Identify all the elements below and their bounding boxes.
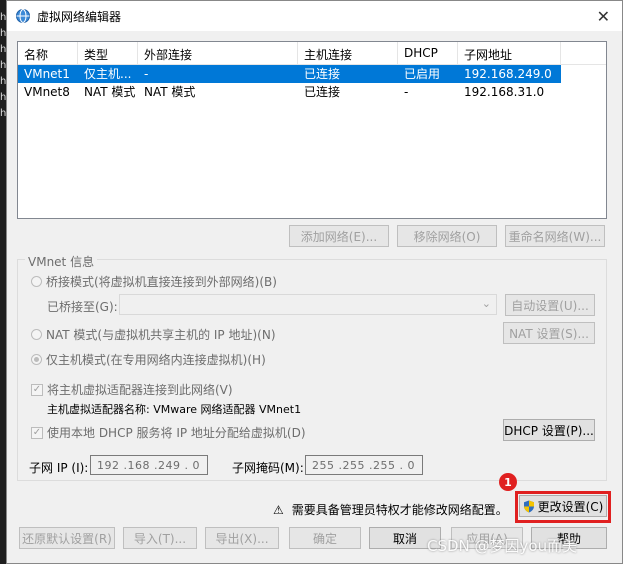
ok-button[interactable]: 确定	[289, 527, 361, 549]
dhcp-service-checkbox[interactable]: ✓ 使用本地 DHCP 服务将 IP 地址分配给虚拟机(D)	[31, 424, 306, 441]
import-button[interactable]: 导入(T)...	[123, 527, 197, 549]
bridged-to-label: 已桥接至(G):	[47, 300, 118, 314]
host-only-label: 仅主机模式(在专用网络内连接虚拟机)(H)	[46, 353, 266, 367]
cell-type: NAT 模式	[84, 85, 136, 99]
checkbox-checked-icon: ✓	[31, 383, 43, 396]
column-header-name[interactable]: 名称	[18, 42, 78, 64]
cell-name: VMnet8	[24, 85, 70, 99]
restore-defaults-button[interactable]: 还原默认设置(R)	[19, 527, 115, 549]
cell-subnet: 192.168.249.0	[464, 67, 552, 81]
warning-icon: ⚠	[273, 502, 284, 517]
cell-external: NAT 模式	[144, 85, 196, 99]
network-list[interactable]: 名称 类型 外部连接 主机连接 DHCP 子网地址 VMnet1 仅主机... …	[17, 41, 607, 219]
radio-dot	[31, 329, 42, 340]
dhcp-service-label: 使用本地 DHCP 服务将 IP 地址分配给虚拟机(D)	[47, 426, 306, 440]
title-bar[interactable]: 虚拟网络编辑器 ✕	[7, 1, 622, 31]
adapter-name-text: 主机虚拟适配器名称: VMware 网络适配器 VMnet1	[47, 403, 302, 416]
uac-shield-icon	[523, 500, 534, 512]
step-badge: 1	[499, 473, 517, 491]
remove-network-button[interactable]: 移除网络(O)	[397, 225, 497, 247]
bridged-mode-label: 桥接模式(将虚拟机直接连接到外部网络)(B)	[46, 275, 277, 289]
nat-mode-radio[interactable]: NAT 模式(与虚拟机共享主机的 IP 地址)(N)	[31, 326, 276, 343]
csdn-watermark: CSDN @梦因you而美	[427, 537, 578, 555]
nat-mode-label: NAT 模式(与虚拟机共享主机的 IP 地址)(N)	[46, 328, 276, 342]
subnet-mask-field[interactable]: 255 .255 .255 . 0	[305, 455, 423, 475]
nat-settings-button[interactable]: NAT 设置(S)...	[503, 322, 595, 344]
cell-host: 已连接	[304, 67, 341, 81]
column-header-external[interactable]: 外部连接	[138, 42, 298, 64]
chevron-down-icon: ⌄	[481, 297, 491, 310]
bridged-to-select[interactable]: ⌄	[119, 294, 497, 315]
column-header-host[interactable]: 主机连接	[298, 42, 398, 64]
network-globe-icon	[16, 9, 30, 23]
dhcp-settings-button[interactable]: DHCP 设置(P)...	[503, 419, 595, 441]
admin-message-text: 需要具备管理员特权才能修改网络配置。	[291, 503, 508, 517]
vmnet-info-label: VMnet 信息	[25, 253, 98, 270]
window-title: 虚拟网络编辑器	[37, 9, 122, 24]
cell-external: -	[144, 67, 149, 81]
cell-dhcp: -	[404, 85, 409, 99]
connect-adapter-label: 将主机虚拟适配器连接到此网络(V)	[47, 383, 233, 397]
column-header-dhcp[interactable]: DHCP	[398, 42, 458, 64]
column-header-filler	[561, 42, 606, 64]
subnet-ip-field[interactable]: 192 .168 .249 . 0	[90, 455, 208, 475]
vmnet-info-group	[17, 259, 607, 481]
checkbox-checked-icon: ✓	[31, 426, 43, 439]
cell-type: 仅主机...	[84, 67, 132, 81]
cell-name: VMnet1	[24, 67, 70, 81]
export-button[interactable]: 导出(X)...	[205, 527, 279, 549]
column-header-subnet[interactable]: 子网地址	[458, 42, 561, 64]
admin-privilege-message: ⚠ 需要具备管理员特权才能修改网络配置。	[273, 501, 508, 518]
column-header-type[interactable]: 类型	[78, 42, 138, 64]
rename-network-button[interactable]: 重命名网络(W)...	[505, 225, 605, 247]
change-settings-button[interactable]: 更改设置(C)	[519, 495, 607, 517]
radio-dot-selected	[31, 354, 42, 365]
list-header: 名称 类型 外部连接 主机连接 DHCP 子网地址	[18, 42, 606, 65]
subnet-mask-label: 子网掩码(M):	[232, 461, 304, 475]
cell-host: 已连接	[304, 85, 341, 99]
subnet-ip-label: 子网 IP (I):	[29, 461, 89, 475]
virtual-network-editor-window: 虚拟网络编辑器 ✕ 名称 类型 外部连接 主机连接 DHCP 子网地址 VMne…	[6, 0, 623, 564]
cell-subnet: 192.168.31.0	[464, 85, 545, 99]
table-row[interactable]: VMnet8 NAT 模式 NAT 模式 已连接 - 192.168.31.0	[18, 83, 606, 101]
host-only-radio[interactable]: 仅主机模式(在专用网络内连接虚拟机)(H)	[31, 351, 266, 368]
table-row[interactable]: VMnet1 仅主机... - 已连接 已启用 192.168.249.0	[18, 65, 561, 83]
cell-dhcp: 已启用	[404, 67, 441, 81]
change-settings-label: 更改设置(C)	[537, 499, 604, 514]
close-icon[interactable]: ✕	[597, 7, 610, 26]
auto-settings-button[interactable]: 自动设置(U)...	[505, 294, 595, 316]
bridged-mode-radio[interactable]: 桥接模式(将虚拟机直接连接到外部网络)(B)	[31, 273, 277, 290]
connect-adapter-checkbox[interactable]: ✓ 将主机虚拟适配器连接到此网络(V)	[31, 381, 233, 398]
add-network-button[interactable]: 添加网络(E)...	[289, 225, 389, 247]
radio-dot	[31, 276, 42, 287]
